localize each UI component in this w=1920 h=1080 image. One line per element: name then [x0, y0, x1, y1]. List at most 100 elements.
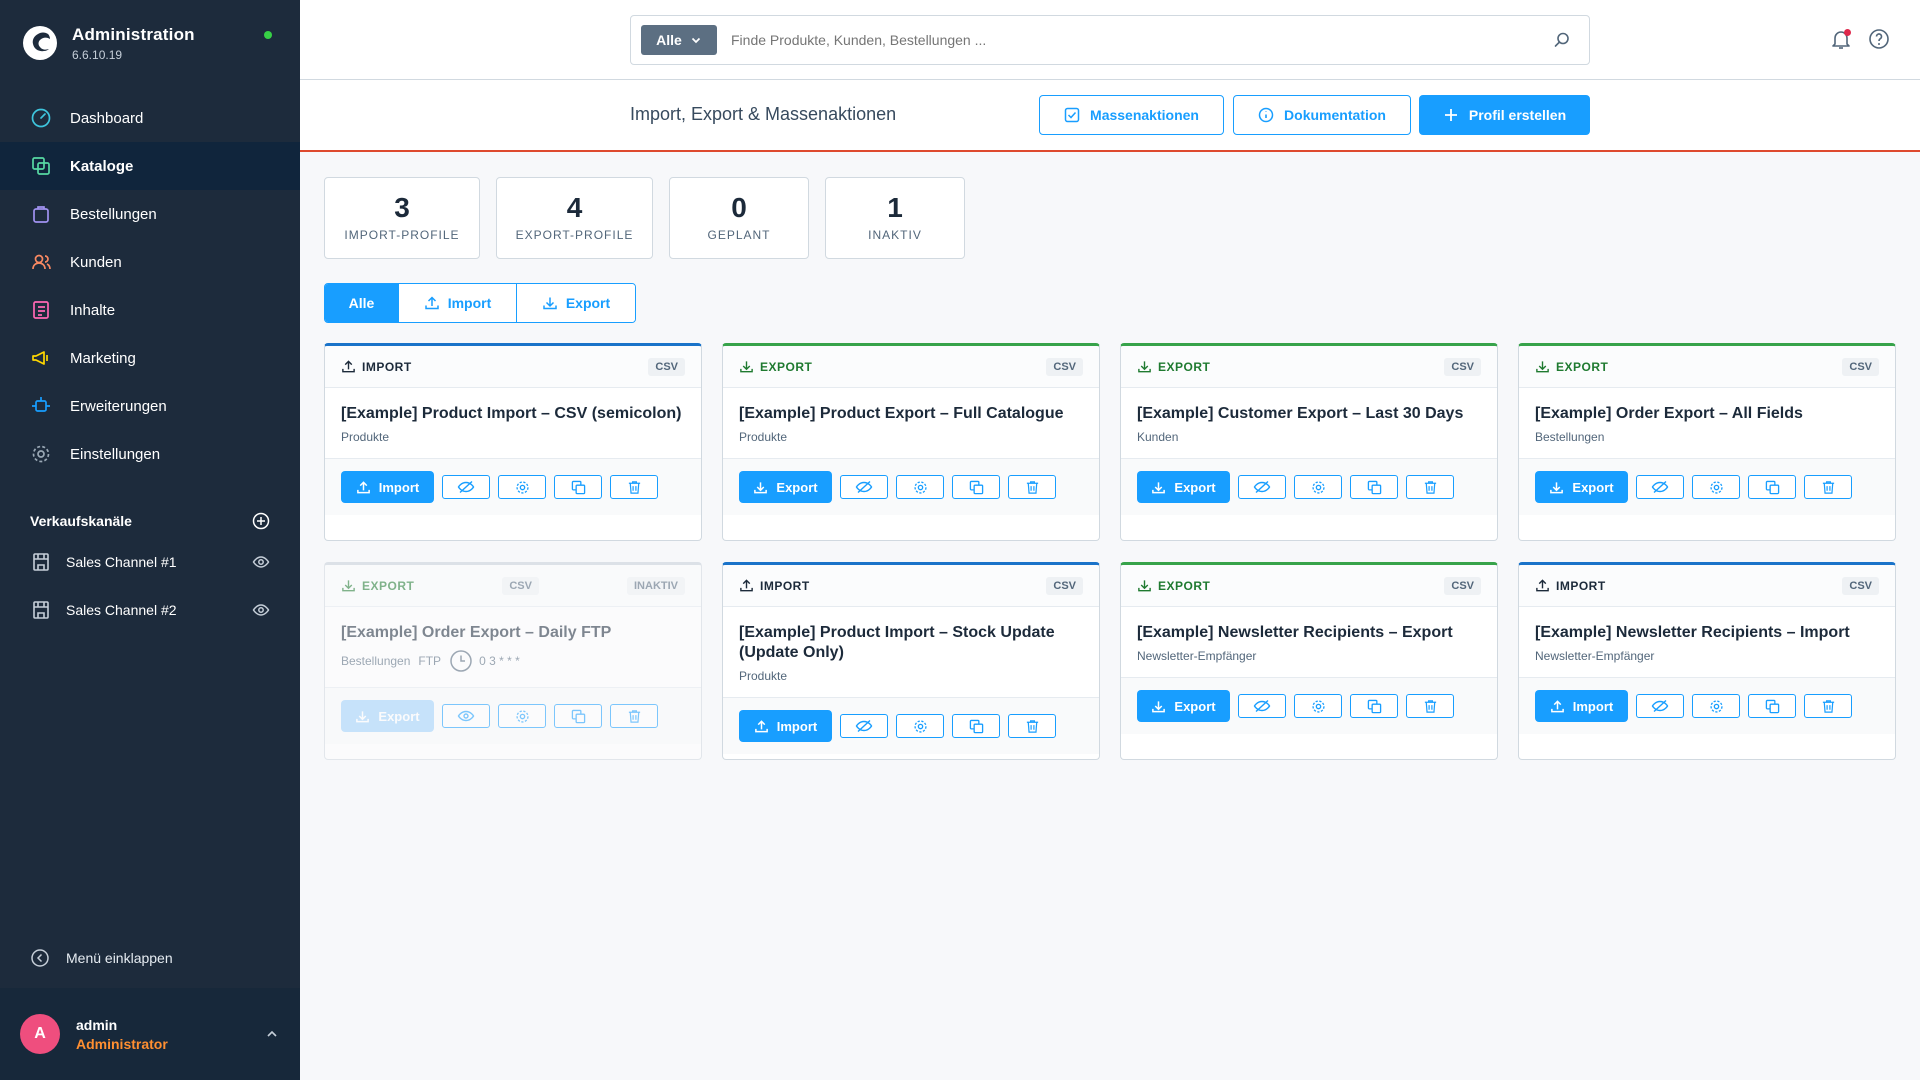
card-actions: Export	[1121, 459, 1497, 515]
search-scope-select[interactable]: Alle	[641, 25, 717, 55]
create-profile-label: Profil erstellen	[1468, 107, 1567, 123]
page-title: Import, Export & Massenaktionen	[630, 104, 897, 124]
notifications-bell-icon[interactable]	[1830, 28, 1852, 50]
delete-button[interactable]	[1804, 475, 1852, 499]
nav-item-einstellungen[interactable]: Einstellungen	[0, 430, 300, 478]
run-export-button[interactable]: Export	[1535, 471, 1628, 503]
eye-icon[interactable]	[252, 553, 270, 571]
user-menu[interactable]: A admin Administrator	[0, 988, 300, 1080]
help-icon[interactable]	[1868, 28, 1890, 50]
customers-icon	[30, 251, 52, 273]
toggle-active-button[interactable]	[1238, 475, 1286, 499]
toggle-active-button[interactable]	[1636, 475, 1684, 499]
sales-channel-item-2[interactable]: Sales Channel #2	[0, 586, 300, 634]
profile-title[interactable]: [Example] Product Export – Full Catalogu…	[739, 404, 1083, 424]
settings-button[interactable]	[896, 714, 944, 738]
duplicate-button[interactable]	[952, 714, 1000, 738]
chevron-up-icon[interactable]	[264, 1026, 280, 1042]
gear-icon	[515, 480, 529, 494]
toggle-active-button[interactable]	[840, 475, 888, 499]
tab-import[interactable]: Import	[399, 284, 517, 322]
settings-button[interactable]	[498, 704, 546, 728]
bulk-actions-button[interactable]: Massenaktionen	[1039, 95, 1224, 135]
duplicate-button[interactable]	[1350, 475, 1398, 499]
card-body: [Example] Customer Export – Last 30 Days…	[1121, 388, 1497, 459]
nav-item-erweiterungen[interactable]: Erweiterungen	[0, 382, 300, 430]
run-label: Import	[1572, 698, 1614, 714]
duplicate-button[interactable]	[1748, 475, 1796, 499]
duplicate-button[interactable]	[1748, 694, 1796, 718]
create-profile-button[interactable]: Profil erstellen	[1419, 95, 1590, 135]
profile-title[interactable]: [Example] Newsletter Recipients – Import	[1535, 623, 1879, 643]
cron-expression: 0 3 * * *	[479, 654, 520, 668]
run-export-button[interactable]: Export	[739, 471, 832, 503]
documentation-button[interactable]: Dokumentation	[1233, 95, 1411, 135]
duplicate-button[interactable]	[952, 475, 1000, 499]
sales-channels-title: Verkaufskanäle	[30, 513, 132, 529]
settings-button[interactable]	[896, 475, 944, 499]
profile-entity: Kunden	[1137, 430, 1481, 444]
sales-channel-item-1[interactable]: Sales Channel #1	[0, 538, 300, 586]
settings-button[interactable]	[1294, 475, 1342, 499]
profile-title[interactable]: [Example] Newsletter Recipients – Export	[1137, 623, 1481, 643]
delete-button[interactable]	[1406, 694, 1454, 718]
nav-item-kunden[interactable]: Kunden	[0, 238, 300, 286]
card-header: EXPORT CSV INAKTIV	[325, 565, 701, 607]
add-circle-icon[interactable]	[252, 512, 270, 530]
download-icon	[740, 361, 753, 373]
tab-export[interactable]: Export	[517, 284, 635, 322]
run-import-button[interactable]: Import	[739, 710, 832, 742]
search-icon[interactable]	[1553, 31, 1571, 49]
status-badge: INAKTIV	[627, 576, 685, 595]
tab-all[interactable]: Alle	[325, 284, 399, 322]
profile-title[interactable]: [Example] Customer Export – Last 30 Days	[1137, 404, 1481, 424]
nav-item-label: Dashboard	[70, 109, 144, 127]
collapse-menu-button[interactable]: Menü einklappen	[0, 938, 173, 978]
settings-button[interactable]	[498, 475, 546, 499]
copy-icon	[969, 719, 983, 733]
search-input[interactable]	[717, 32, 1553, 48]
toggle-active-button[interactable]	[442, 704, 490, 728]
run-import-button[interactable]: Import	[1535, 690, 1628, 722]
delete-button[interactable]	[1008, 475, 1056, 499]
profile-title[interactable]: [Example] Order Export – All Fields	[1535, 404, 1879, 424]
copy-icon	[1765, 480, 1779, 494]
stat-value: 0	[731, 192, 747, 223]
settings-button[interactable]	[1692, 475, 1740, 499]
toggle-active-button[interactable]	[1238, 694, 1286, 718]
delete-button[interactable]	[1406, 475, 1454, 499]
eye-icon[interactable]	[252, 601, 270, 619]
nav-item-marketing[interactable]: Marketing	[0, 334, 300, 382]
run-import-button[interactable]: Import	[341, 471, 434, 503]
nav-item-dashboard[interactable]: Dashboard	[0, 94, 300, 142]
card-actions: Import	[723, 698, 1099, 754]
nav-item-inhalte[interactable]: Inhalte	[0, 286, 300, 334]
profile-title[interactable]: [Example] Product Import – CSV (semicolo…	[341, 404, 685, 424]
run-export-button[interactable]: Export	[1137, 690, 1230, 722]
download-icon	[1152, 481, 1166, 493]
sales-channel-label: Sales Channel #1	[66, 554, 177, 570]
toggle-active-button[interactable]	[1636, 694, 1684, 718]
profile-title[interactable]: [Example] Order Export – Daily FTP	[341, 623, 685, 643]
catalog-icon	[30, 155, 52, 177]
run-export-button[interactable]: Export	[1137, 471, 1230, 503]
delete-button[interactable]	[610, 475, 658, 499]
settings-button[interactable]	[1692, 694, 1740, 718]
profile-entity: Produkte	[739, 669, 1083, 683]
delete-button[interactable]	[610, 704, 658, 728]
duplicate-button[interactable]	[554, 704, 602, 728]
nav-item-kataloge[interactable]: Kataloge	[0, 142, 300, 190]
delete-button[interactable]	[1804, 694, 1852, 718]
nav-item-bestellungen[interactable]: Bestellungen	[0, 190, 300, 238]
delete-button[interactable]	[1008, 714, 1056, 738]
toggle-active-button[interactable]	[442, 475, 490, 499]
plus-icon	[1444, 109, 1457, 121]
profile-type: EXPORT	[1137, 578, 1210, 593]
stat-label: IMPORT-PROFILE	[344, 228, 460, 242]
toggle-active-button[interactable]	[840, 714, 888, 738]
duplicate-button[interactable]	[1350, 694, 1398, 718]
run-export-button[interactable]: Export	[341, 700, 434, 732]
settings-button[interactable]	[1294, 694, 1342, 718]
duplicate-button[interactable]	[554, 475, 602, 499]
profile-title[interactable]: [Example] Product Import – Stock Update …	[739, 623, 1083, 663]
